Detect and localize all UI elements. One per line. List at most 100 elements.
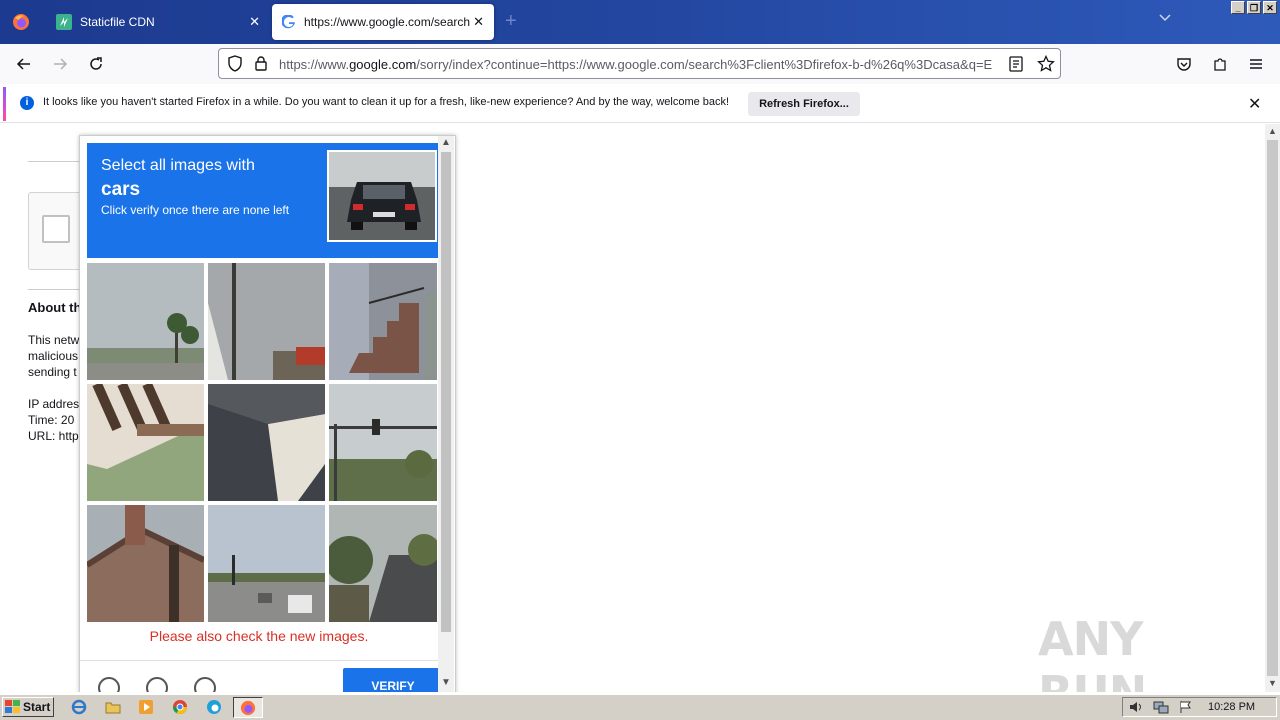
info-line: malicious	[28, 349, 79, 363]
close-icon[interactable]: ✕	[473, 14, 484, 30]
new-tab-button[interactable]: +	[505, 10, 517, 33]
taskbar: Start 10:28 PM	[0, 694, 1280, 720]
error-message: Please also check the new images.	[149, 628, 369, 644]
edge-icon[interactable]	[205, 698, 223, 716]
chevron-down-icon[interactable]	[1158, 12, 1172, 26]
road-palms-image	[87, 263, 204, 380]
back-button[interactable]	[12, 52, 36, 76]
notification-accent	[3, 87, 6, 121]
captcha-tile[interactable]	[208, 505, 325, 622]
close-icon[interactable]: ✕	[249, 14, 260, 30]
street-trees-image	[329, 505, 437, 622]
scroll-up-icon[interactable]: ▲	[1268, 126, 1277, 136]
volume-icon[interactable]	[1129, 700, 1143, 714]
info-icon[interactable]	[194, 677, 216, 692]
house-image	[87, 505, 204, 622]
forward-button[interactable]	[48, 52, 72, 76]
captcha-tile[interactable]	[329, 505, 437, 622]
navigation-toolbar: https://www.google.com/sorry/index?conti…	[0, 44, 1280, 84]
info-line: Time: 20	[28, 413, 75, 427]
close-icon[interactable]: ✕	[1248, 94, 1261, 114]
start-label: Start	[23, 700, 51, 714]
tab-staticfile[interactable]: Staticfile CDN ✕	[44, 0, 270, 44]
verify-button[interactable]: VERIFY	[343, 668, 443, 692]
target-object: cars	[101, 179, 141, 200]
window-close-icon[interactable]: ✕	[1263, 1, 1277, 14]
info-line: IP addres	[28, 397, 80, 411]
refresh-firefox-button[interactable]: Refresh Firefox...	[748, 92, 860, 116]
staticfile-icon	[56, 14, 72, 30]
reload-icon[interactable]	[98, 677, 120, 692]
reader-view-icon[interactable]	[1009, 56, 1023, 72]
captcha-tile[interactable]	[208, 263, 325, 380]
info-line: This netw	[28, 333, 80, 347]
folder-icon[interactable]	[104, 698, 122, 716]
media-player-icon[interactable]	[137, 698, 155, 716]
about-heading: About th	[28, 300, 82, 315]
address-bar[interactable]: https://www.google.com/sorry/index?conti…	[218, 48, 1061, 79]
instruction-hint: Click verify once there are none left	[101, 203, 290, 217]
page-scrollbar[interactable]: ▲ ▼	[1265, 124, 1280, 692]
reload-button[interactable]	[84, 52, 108, 76]
arrow-left-icon	[16, 58, 30, 70]
headphones-icon[interactable]	[146, 677, 168, 692]
instruction-text: Select all images with	[101, 157, 255, 174]
extensions-button[interactable]	[1208, 52, 1232, 76]
car-rear-image	[329, 152, 435, 240]
firefox-taskbar-button[interactable]	[233, 697, 263, 718]
google-icon	[282, 15, 295, 29]
captcha-tile[interactable]	[87, 505, 204, 622]
sample-image	[327, 150, 437, 242]
recaptcha-challenge: Select all images with cars Click verify…	[79, 135, 456, 692]
arrow-right-icon	[54, 58, 68, 70]
notification-bar: i It looks like you haven't started Fire…	[0, 86, 1280, 123]
stairs-image	[329, 263, 437, 380]
info-icon: i	[20, 96, 34, 110]
pocket-icon	[1177, 58, 1191, 71]
scroll-down-icon[interactable]: ▼	[1268, 678, 1277, 688]
pocket-button[interactable]	[1172, 52, 1196, 76]
bookmark-star-icon[interactable]	[1037, 55, 1055, 73]
captcha-tile[interactable]	[87, 263, 204, 380]
url-path: /sorry/index?continue=https://www.google…	[416, 57, 993, 72]
anyrun-watermark: ANY RUN	[1038, 612, 1147, 692]
chrome-icon[interactable]	[171, 698, 189, 716]
firefox-view-button[interactable]	[0, 0, 42, 44]
system-tray: 10:28 PM	[1122, 697, 1277, 717]
captcha-tile[interactable]	[329, 263, 437, 380]
url-domain: google.com	[349, 57, 417, 72]
page-content: About th This netw malicious sending t I…	[0, 124, 1265, 692]
firefox-icon	[13, 14, 29, 30]
ie-icon[interactable]	[70, 698, 88, 716]
windows-flag-icon	[5, 700, 20, 713]
hamburger-icon	[1250, 59, 1262, 69]
dark-roof-image	[208, 384, 325, 501]
tab-google[interactable]: https://www.google.com/search?c ✕	[272, 4, 494, 40]
captcha-tile[interactable]	[87, 384, 204, 501]
intersection-cars-image	[208, 505, 325, 622]
traffic-light-image	[329, 384, 437, 501]
network-icon[interactable]	[1153, 700, 1169, 714]
restore-icon[interactable]: ❐	[1247, 1, 1261, 14]
scroll-down-icon[interactable]: ▼	[441, 677, 451, 688]
captcha-tile[interactable]	[329, 384, 437, 501]
minimize-icon[interactable]: _	[1231, 1, 1245, 14]
url-text[interactable]: https://www.google.com/sorry/index?conti…	[279, 57, 1001, 72]
lock-icon[interactable]	[254, 55, 268, 72]
flag-icon[interactable]	[1179, 700, 1193, 714]
recaptcha-checkbox[interactable]	[42, 215, 70, 243]
scroll-thumb[interactable]	[1267, 140, 1278, 676]
menu-button[interactable]	[1244, 52, 1268, 76]
shield-icon[interactable]	[227, 55, 243, 72]
scroll-thumb[interactable]	[441, 152, 451, 632]
url-prefix: https://www.	[279, 57, 350, 72]
info-line: sending t	[28, 365, 77, 379]
challenge-scrollbar[interactable]: ▲ ▼	[438, 136, 454, 692]
scroll-up-icon[interactable]: ▲	[441, 137, 451, 148]
start-button[interactable]: Start	[2, 697, 54, 717]
captcha-tile[interactable]	[208, 384, 325, 501]
challenge-header: Select all images with cars Click verify…	[87, 143, 438, 258]
tab-strip: Staticfile CDN ✕ https://www.google.com/…	[0, 0, 1280, 44]
clock: 10:28 PM	[1208, 701, 1256, 713]
wood-beams-image	[87, 384, 204, 501]
